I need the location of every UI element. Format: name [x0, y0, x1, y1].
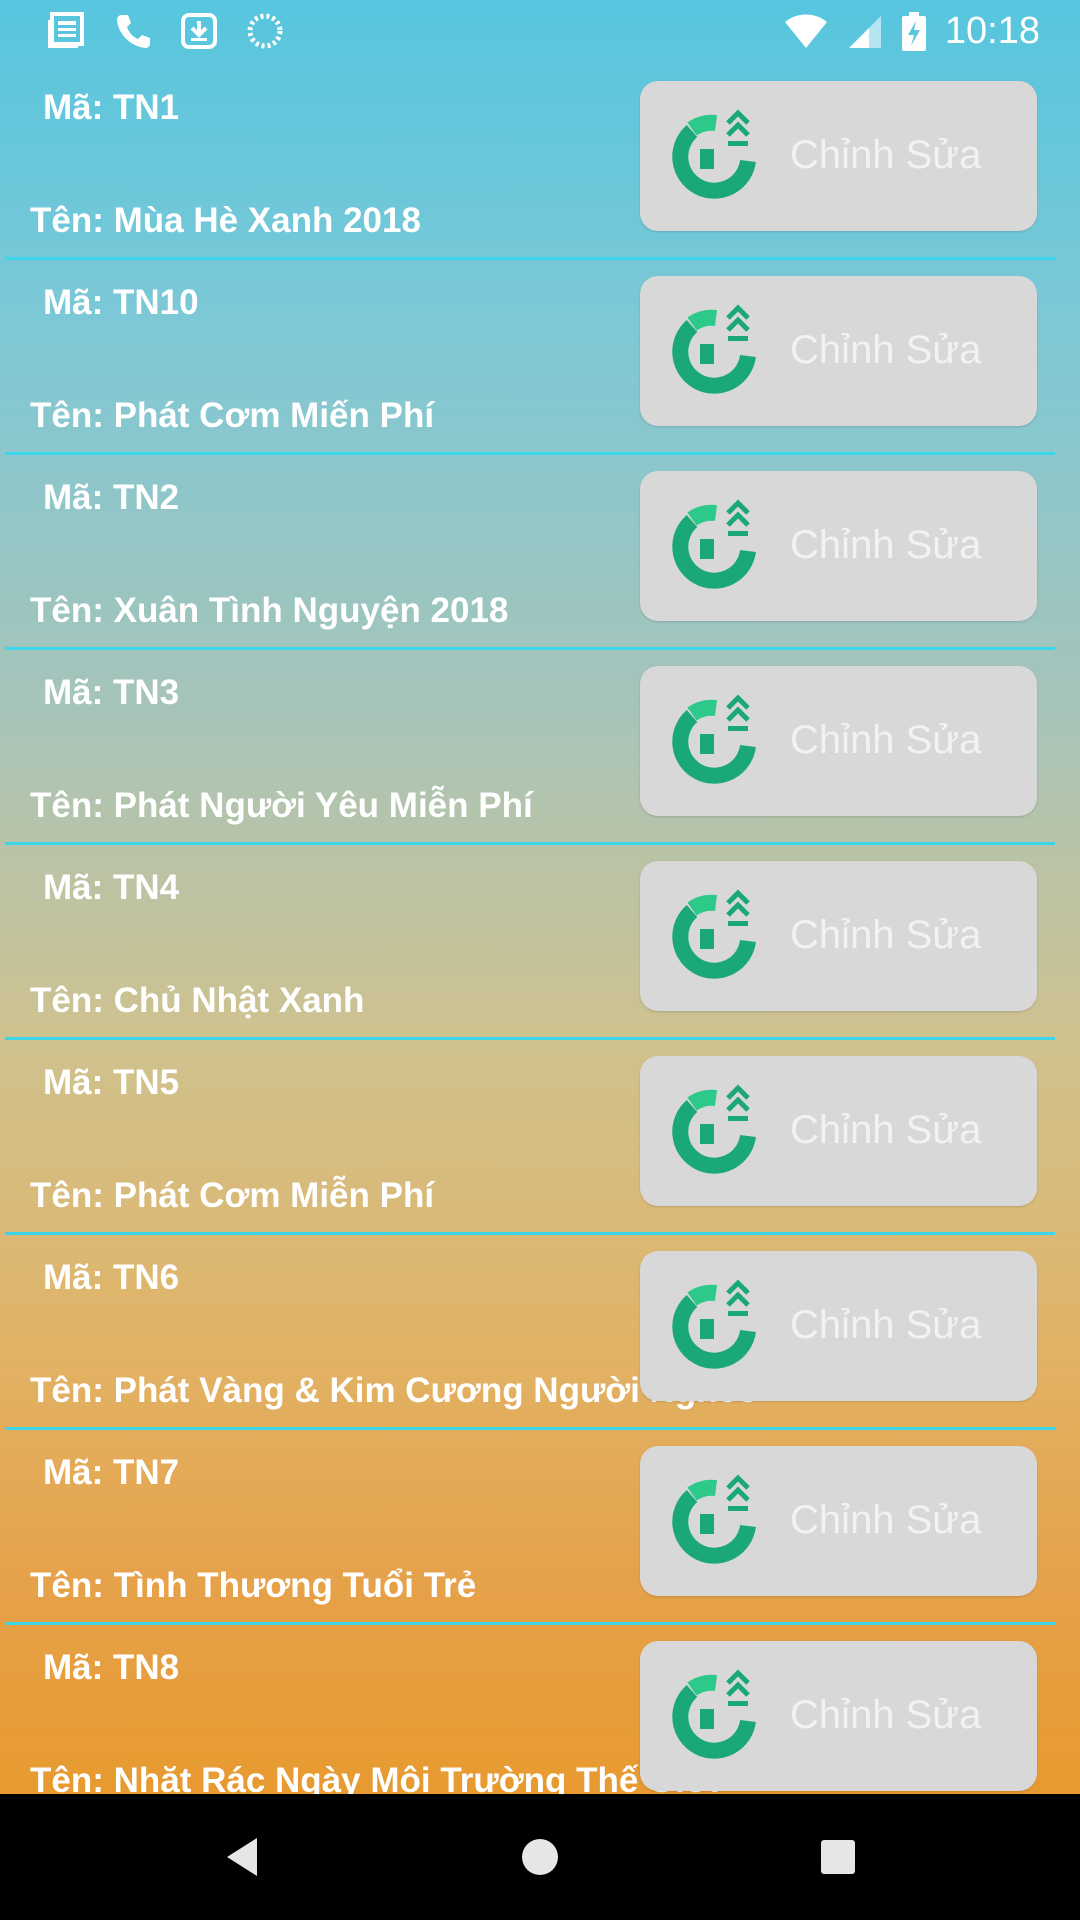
edit-button[interactable]: Chỉnh Sửa — [640, 1641, 1037, 1791]
edit-button[interactable]: Chỉnh Sửa — [640, 276, 1037, 426]
battery-charging-icon — [901, 11, 926, 51]
edit-button[interactable]: Chỉnh Sửa — [640, 1251, 1037, 1401]
item-name: Tên: Xuân Tình Nguyện 2018 — [30, 591, 509, 630]
list-item: Mã: TN4 Tên: Chủ Nhật Xanh Chỉnh Sửa — [0, 843, 1080, 1040]
status-time: 10:18 — [944, 10, 1040, 52]
edit-logo-icon — [672, 1279, 756, 1369]
edit-logo-icon — [672, 694, 756, 784]
item-code: Mã: TN10 — [43, 283, 199, 322]
list-item: Mã: TN5 Tên: Phát Cơm Miễn Phí Chỉnh Sửa — [0, 1038, 1080, 1235]
item-name: Tên: Mùa Hè Xanh 2018 — [30, 201, 421, 240]
status-bar: 10:18 — [0, 0, 1080, 63]
edit-button-label: Chỉnh Sửa — [790, 1498, 982, 1542]
edit-logo-icon — [672, 499, 756, 589]
list-item: Mã: TN6 Tên: Phát Vàng & Kim Cương Người… — [0, 1233, 1080, 1430]
news-icon — [48, 12, 84, 48]
edit-button[interactable]: Chỉnh Sửa — [640, 81, 1037, 231]
list-item: Mã: TN1 Tên: Mùa Hè Xanh 2018 Chỉnh Sửa — [0, 63, 1080, 260]
download-icon — [181, 13, 217, 49]
edit-logo-icon — [672, 1669, 756, 1759]
list-item: Mã: TN2 Tên: Xuân Tình Nguyện 2018 Chỉnh… — [0, 453, 1080, 650]
back-icon[interactable] — [221, 1834, 267, 1880]
item-code: Mã: TN8 — [43, 1648, 180, 1687]
status-icons-right: 10:18 — [783, 10, 1040, 53]
item-code: Mã: TN1 — [43, 88, 180, 127]
phone-icon — [117, 15, 150, 48]
item-name: Tên: Chủ Nhật Xanh — [30, 981, 365, 1020]
navigation-bar — [0, 1794, 1080, 1920]
item-code: Mã: TN5 — [43, 1063, 180, 1102]
app-screen: 10:18 Mã: TN1 Tên: Mùa Hè Xanh 2018 Chỉn… — [0, 0, 1080, 1794]
item-code: Mã: TN6 — [43, 1258, 180, 1297]
edit-logo-icon — [672, 1474, 756, 1564]
list-item: Mã: TN3 Tên: Phát Người Yêu Miễn Phí Chỉ… — [0, 648, 1080, 845]
list-item: Mã: TN8 Tên: Nhặt Rác Ngày Môi Trường Th… — [0, 1623, 1080, 1794]
edit-button-label: Chỉnh Sửa — [790, 1303, 982, 1347]
home-icon[interactable] — [517, 1834, 563, 1880]
edit-logo-icon — [672, 889, 756, 979]
item-code: Mã: TN7 — [43, 1453, 180, 1492]
item-name: Tên: Nhặt Rác Ngày Môi Trường Thế Giới — [30, 1761, 720, 1794]
item-name: Tên: Phát Cơm Miến Phí — [30, 396, 435, 435]
loading-icon — [247, 13, 283, 49]
edit-button-label: Chỉnh Sửa — [790, 523, 982, 567]
list-item: Mã: TN7 Tên: Tình Thương Tuổi Trẻ Chỉnh … — [0, 1428, 1080, 1625]
item-name: Tên: Phát Người Yêu Miễn Phí — [30, 786, 533, 825]
edit-logo-icon — [672, 304, 756, 394]
recents-icon[interactable] — [815, 1834, 861, 1880]
edit-logo-icon — [672, 109, 756, 199]
edit-button-label: Chỉnh Sửa — [790, 1693, 982, 1737]
edit-button-label: Chỉnh Sửa — [790, 913, 982, 957]
edit-button-label: Chỉnh Sửa — [790, 1108, 982, 1152]
edit-logo-icon — [672, 1084, 756, 1174]
edit-button[interactable]: Chỉnh Sửa — [640, 1446, 1037, 1596]
item-name: Tên: Tình Thương Tuổi Trẻ — [30, 1566, 477, 1605]
item-code: Mã: TN3 — [43, 673, 180, 712]
edit-button-label: Chỉnh Sửa — [790, 328, 982, 372]
status-icons-left — [46, 12, 284, 50]
activity-list[interactable]: Mã: TN1 Tên: Mùa Hè Xanh 2018 Chỉnh Sửa … — [0, 63, 1080, 1794]
signal-icon — [848, 15, 881, 48]
edit-button-label: Chỉnh Sửa — [790, 133, 982, 177]
edit-button[interactable]: Chỉnh Sửa — [640, 861, 1037, 1011]
edit-button[interactable]: Chỉnh Sửa — [640, 471, 1037, 621]
edit-button-label: Chỉnh Sửa — [790, 718, 982, 762]
item-code: Mã: TN2 — [43, 478, 180, 517]
item-code: Mã: TN4 — [43, 868, 180, 907]
item-name: Tên: Phát Cơm Miễn Phí — [30, 1176, 435, 1215]
edit-button[interactable]: Chỉnh Sửa — [640, 1056, 1037, 1206]
edit-button[interactable]: Chỉnh Sửa — [640, 666, 1037, 816]
wifi-icon — [784, 14, 827, 48]
list-item: Mã: TN10 Tên: Phát Cơm Miến Phí Chỉnh Sử… — [0, 258, 1080, 455]
